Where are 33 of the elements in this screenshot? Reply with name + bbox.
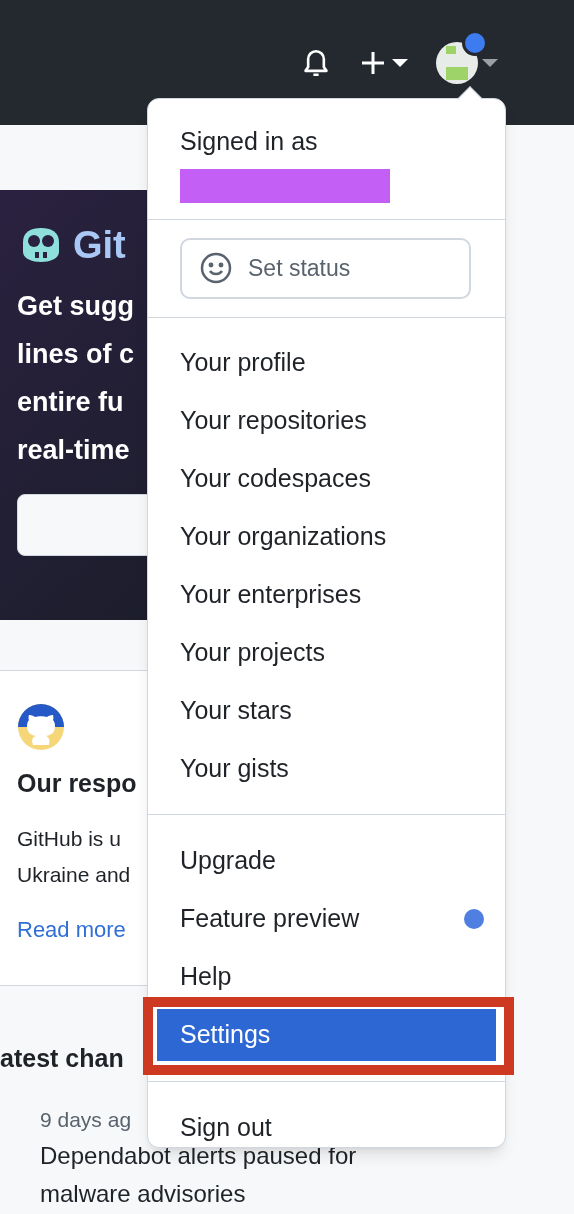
menu-item[interactable]: Upgrade bbox=[157, 834, 496, 887]
menu-item[interactable]: Your organizations bbox=[157, 510, 496, 563]
menu-item[interactable]: Your projects bbox=[157, 626, 496, 679]
menu-item[interactable]: Your enterprises bbox=[157, 568, 496, 621]
post-date: 9 days ag bbox=[40, 1106, 132, 1133]
menu-item[interactable]: Your gists bbox=[157, 742, 496, 795]
post-title: malware advisories bbox=[40, 1179, 246, 1209]
banner-text: real-time bbox=[17, 434, 130, 467]
create-menu-button[interactable] bbox=[360, 49, 408, 76]
section-heading: atest chan bbox=[0, 1043, 124, 1074]
card-text: Ukraine and bbox=[17, 861, 131, 888]
banner-text: Get sugg bbox=[17, 290, 134, 323]
post-title: Dependabot alerts paused for bbox=[40, 1141, 357, 1171]
caret-icon bbox=[482, 57, 498, 68]
set-status-button[interactable]: Set status bbox=[180, 237, 471, 299]
card-text: GitHub is u bbox=[17, 825, 121, 852]
menu-item[interactable]: Help bbox=[157, 950, 496, 1003]
menu-item[interactable]: Your stars bbox=[157, 684, 496, 737]
menu-item[interactable]: Your codespaces bbox=[157, 452, 496, 505]
caret-icon bbox=[392, 57, 408, 68]
menu-item[interactable]: Your profile bbox=[157, 336, 496, 389]
plus-icon bbox=[360, 49, 386, 76]
read-more-link[interactable]: Read more bbox=[17, 912, 126, 946]
menu-item[interactable]: Your repositories bbox=[157, 394, 496, 447]
github-logo-icon bbox=[17, 703, 65, 751]
signed-in-label: Signed in as bbox=[180, 126, 319, 157]
menu-item[interactable]: Settings bbox=[157, 1008, 496, 1061]
card-title: Our respo bbox=[17, 768, 137, 799]
banner-title: Git bbox=[73, 222, 126, 268]
banner-text: entire fu bbox=[17, 386, 124, 419]
smiley-icon bbox=[200, 252, 232, 284]
menu-item[interactable]: Feature preview bbox=[157, 892, 496, 945]
banner-text: lines of c bbox=[17, 338, 135, 371]
